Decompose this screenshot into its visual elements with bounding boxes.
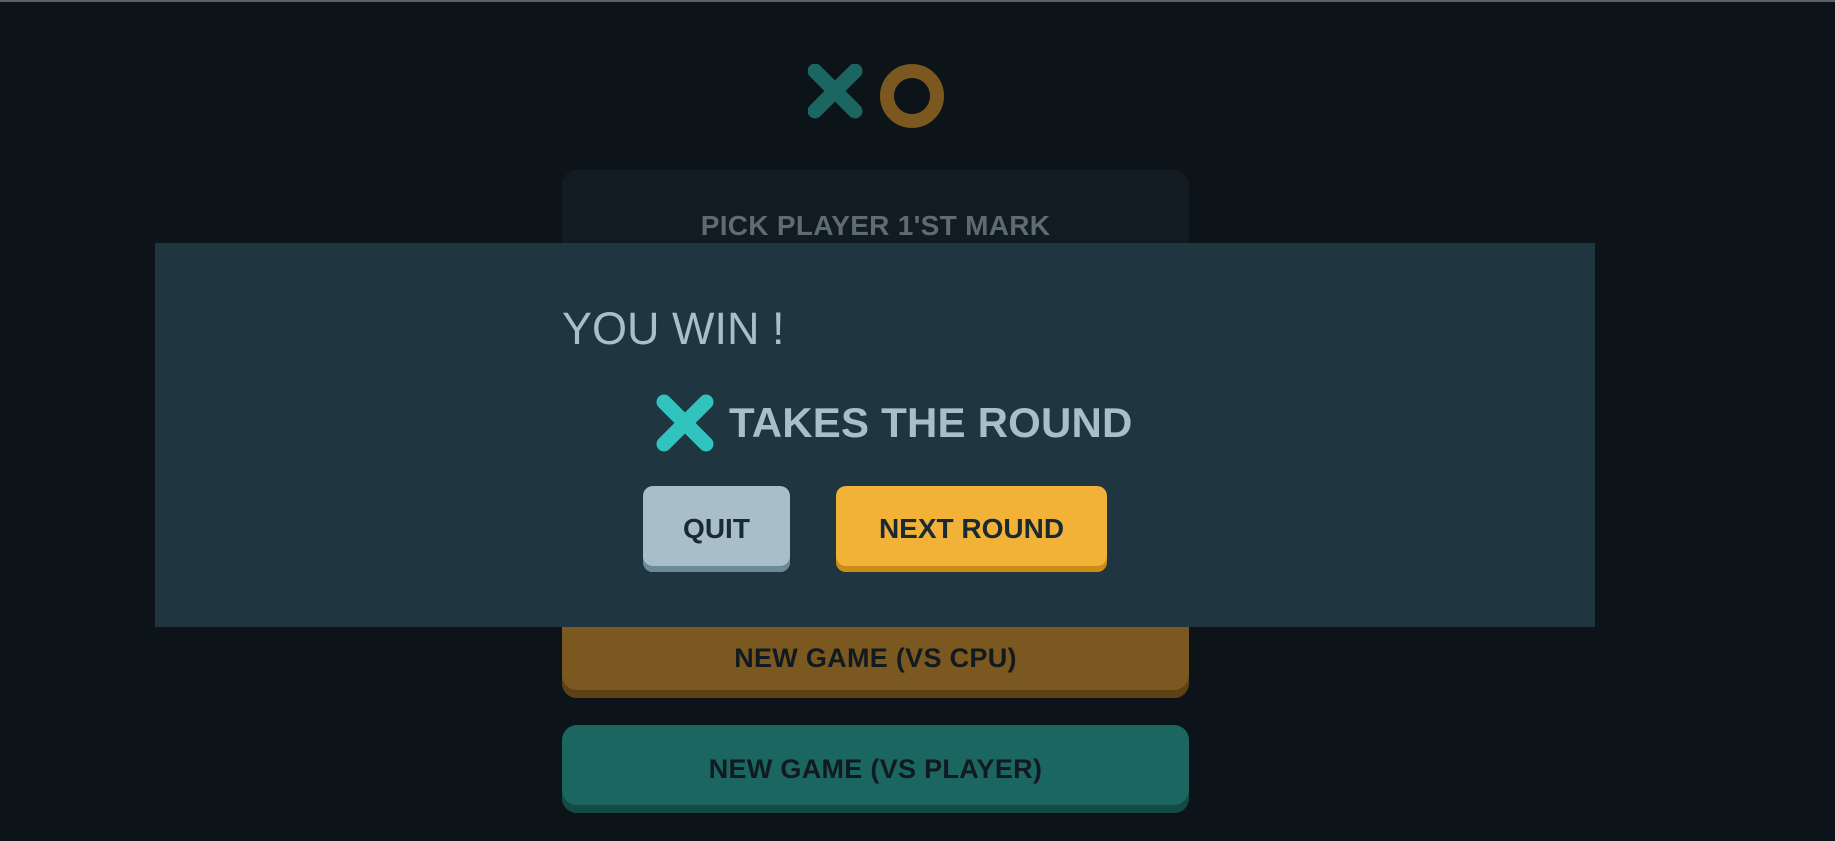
round-winner-row: TAKES THE ROUND — [655, 393, 1133, 453]
next-round-button[interactable]: NEXT ROUND — [836, 486, 1107, 572]
x-mark-icon — [655, 393, 715, 453]
modal-title: YOU WIN ! — [562, 303, 785, 354]
new-game-vs-player-button[interactable]: NEW GAME (VS PLAYER) — [562, 725, 1189, 813]
o-mark-icon — [880, 64, 944, 128]
round-result-modal: YOU WIN ! TAKES THE ROUND QUIT NEXT ROUN… — [155, 243, 1595, 627]
pick-mark-title: PICK PLAYER 1'ST MARK — [700, 210, 1051, 241]
logo-marks — [808, 64, 944, 128]
takes-the-round-text: TAKES THE ROUND — [729, 399, 1133, 446]
window-top-border — [0, 0, 1835, 2]
quit-button[interactable]: QUIT — [643, 486, 790, 572]
app-logo — [808, 64, 948, 130]
x-mark-icon — [808, 64, 863, 119]
